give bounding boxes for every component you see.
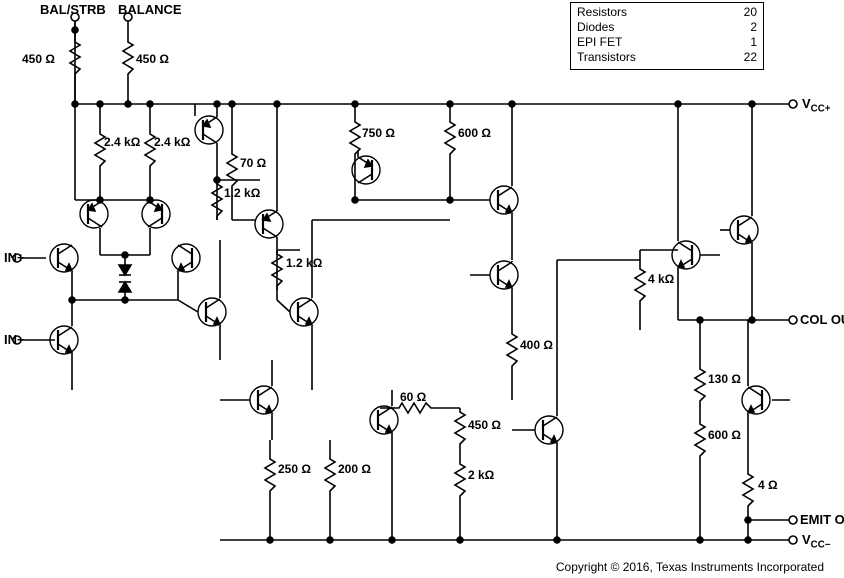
- legend-count-diodes: 2: [750, 20, 757, 35]
- schematic-stage: BAL/STRB BALANCE IN+ IN− VCC+ VCC− COL O…: [0, 0, 844, 578]
- legend-row-resistors: Resistors 20: [577, 5, 757, 20]
- legend-label-transistors: Transistors: [577, 50, 636, 65]
- r-2p4k-a: 2.4 kΩ: [104, 136, 132, 149]
- r-1p2k-a: 1.2 kΩ: [224, 186, 260, 200]
- schematic-svg: [0, 0, 844, 578]
- r-60: 60 Ω: [400, 390, 426, 404]
- r-450-mid: 450 Ω: [468, 418, 501, 432]
- legend-label-diodes: Diodes: [577, 20, 614, 35]
- label-emit-out: EMIT OUT: [800, 512, 844, 527]
- r-750: 750 Ω: [362, 126, 395, 140]
- legend-count-resistors: 20: [744, 5, 757, 20]
- label-balance: BALANCE: [118, 2, 182, 17]
- r-balstrb: 450 Ω: [22, 52, 55, 66]
- r-200: 200 Ω: [338, 462, 371, 476]
- legend-label-epifet: EPI FET: [577, 35, 622, 50]
- r-1p2k-b: 1.2 kΩ: [286, 256, 322, 270]
- r-600-top: 600 Ω: [458, 126, 491, 140]
- r-600-bot: 600 Ω: [708, 428, 741, 442]
- copyright-text: Copyright © 2016, Texas Instruments Inco…: [556, 560, 824, 574]
- r-4: 4 Ω: [758, 478, 778, 492]
- legend-row-transistors: Transistors 22: [577, 50, 757, 65]
- label-in-minus: IN−: [4, 332, 25, 347]
- label-vccminus: VCC−: [802, 532, 830, 551]
- r-2k: 2 kΩ: [468, 468, 494, 482]
- legend-count-transistors: 22: [744, 50, 757, 65]
- r-70: 70 Ω: [240, 156, 266, 170]
- r-250: 250 Ω: [278, 462, 311, 476]
- r-130: 130 Ω: [708, 372, 741, 386]
- legend-count-epifet: 1: [750, 35, 757, 50]
- r-4k: 4 kΩ: [648, 272, 674, 286]
- r-2p4k-b: 2.4 kΩ: [154, 136, 182, 149]
- label-vccplus: VCC+: [802, 96, 830, 115]
- label-bal-strb: BAL/STRB: [40, 2, 106, 17]
- legend-box: Resistors 20 Diodes 2 EPI FET 1 Transist…: [570, 2, 764, 70]
- legend-row-diodes: Diodes 2: [577, 20, 757, 35]
- label-in-plus: IN+: [4, 250, 25, 265]
- legend-label-resistors: Resistors: [577, 5, 627, 20]
- r-400: 400 Ω: [520, 338, 553, 352]
- legend-row-epifet: EPI FET 1: [577, 35, 757, 50]
- r-balance: 450 Ω: [136, 52, 169, 66]
- label-col-out: COL OUT: [800, 312, 844, 327]
